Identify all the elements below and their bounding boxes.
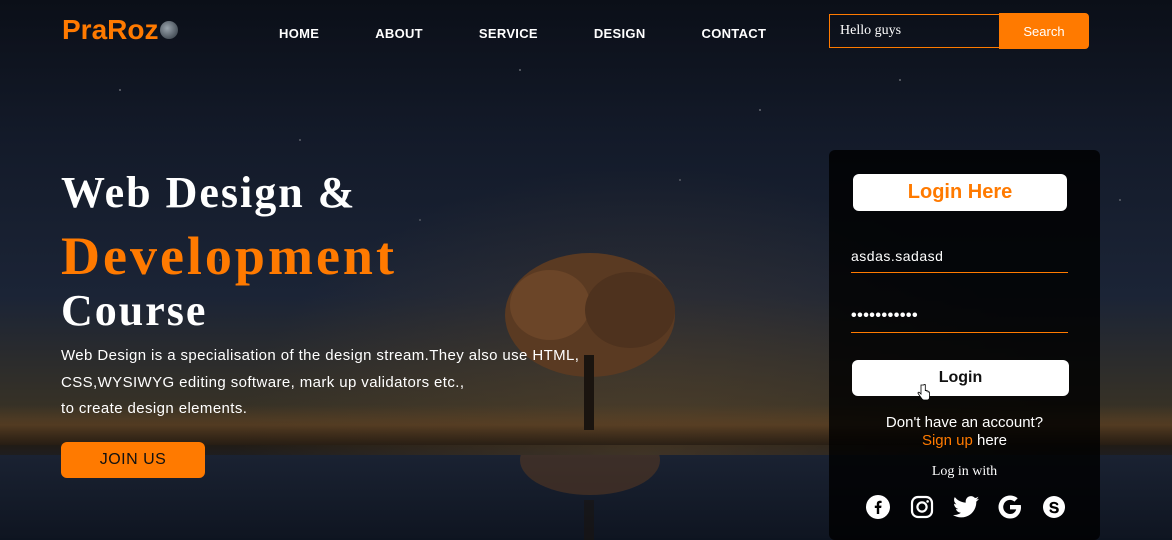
main-menu: HOME ABOUT SERVICE DESIGN CONTACT <box>279 26 766 41</box>
instagram-icon[interactable] <box>909 494 935 520</box>
signup-link[interactable]: Sign up <box>922 432 973 449</box>
search-bar: Search <box>829 13 1089 49</box>
twitter-icon[interactable] <box>953 494 979 520</box>
social-login-icons <box>865 494 1067 520</box>
facebook-icon[interactable] <box>865 494 891 520</box>
skype-icon[interactable] <box>1041 494 1067 520</box>
signup-line: Sign up here <box>829 432 1100 449</box>
hand-cursor-icon <box>917 384 930 401</box>
search-button[interactable]: Search <box>999 13 1089 49</box>
username-field[interactable] <box>851 239 1068 273</box>
login-button[interactable]: Login <box>852 360 1069 396</box>
join-us-button[interactable]: JOIN US <box>61 442 205 478</box>
no-account-text: Don't have an account? <box>885 414 1044 431</box>
nav-contact[interactable]: CONTACT <box>702 26 767 41</box>
description-line: to create design elements. <box>61 400 248 417</box>
nav-home[interactable]: HOME <box>279 26 319 41</box>
nav-design[interactable]: DESIGN <box>594 26 646 41</box>
moon-icon <box>160 21 179 39</box>
login-card: Login Here Login Don't have an account? … <box>829 150 1100 540</box>
tree-reflection <box>520 455 660 540</box>
hero-heading: Web Design & Development Course <box>61 170 397 336</box>
nav-about[interactable]: ABOUT <box>375 26 423 41</box>
login-title: Login Here <box>853 174 1067 211</box>
hero-title-line2: Development <box>61 226 397 286</box>
description-line: Web Design is a specialisation of the de… <box>61 347 580 364</box>
log-in-with-label: Log in with <box>931 464 998 479</box>
signup-suffix: here <box>972 432 1008 449</box>
hero-title-line3: Course <box>61 286 208 335</box>
brand-logo[interactable]: PraRoz <box>62 14 179 46</box>
google-icon[interactable] <box>997 494 1023 520</box>
brand-name: PraRoz <box>62 14 159 45</box>
hero-description: Web Design is a specialisation of the de… <box>61 343 661 423</box>
hero-title-line1: Web Design & <box>61 168 357 217</box>
password-field[interactable] <box>851 299 1068 333</box>
top-navbar: PraRoz HOME ABOUT SERVICE DESIGN CONTACT… <box>0 0 1172 62</box>
nav-service[interactable]: SERVICE <box>479 26 538 41</box>
search-input[interactable] <box>829 14 999 48</box>
description-line: CSS,WYSIWYG editing software, mark up va… <box>61 373 465 391</box>
